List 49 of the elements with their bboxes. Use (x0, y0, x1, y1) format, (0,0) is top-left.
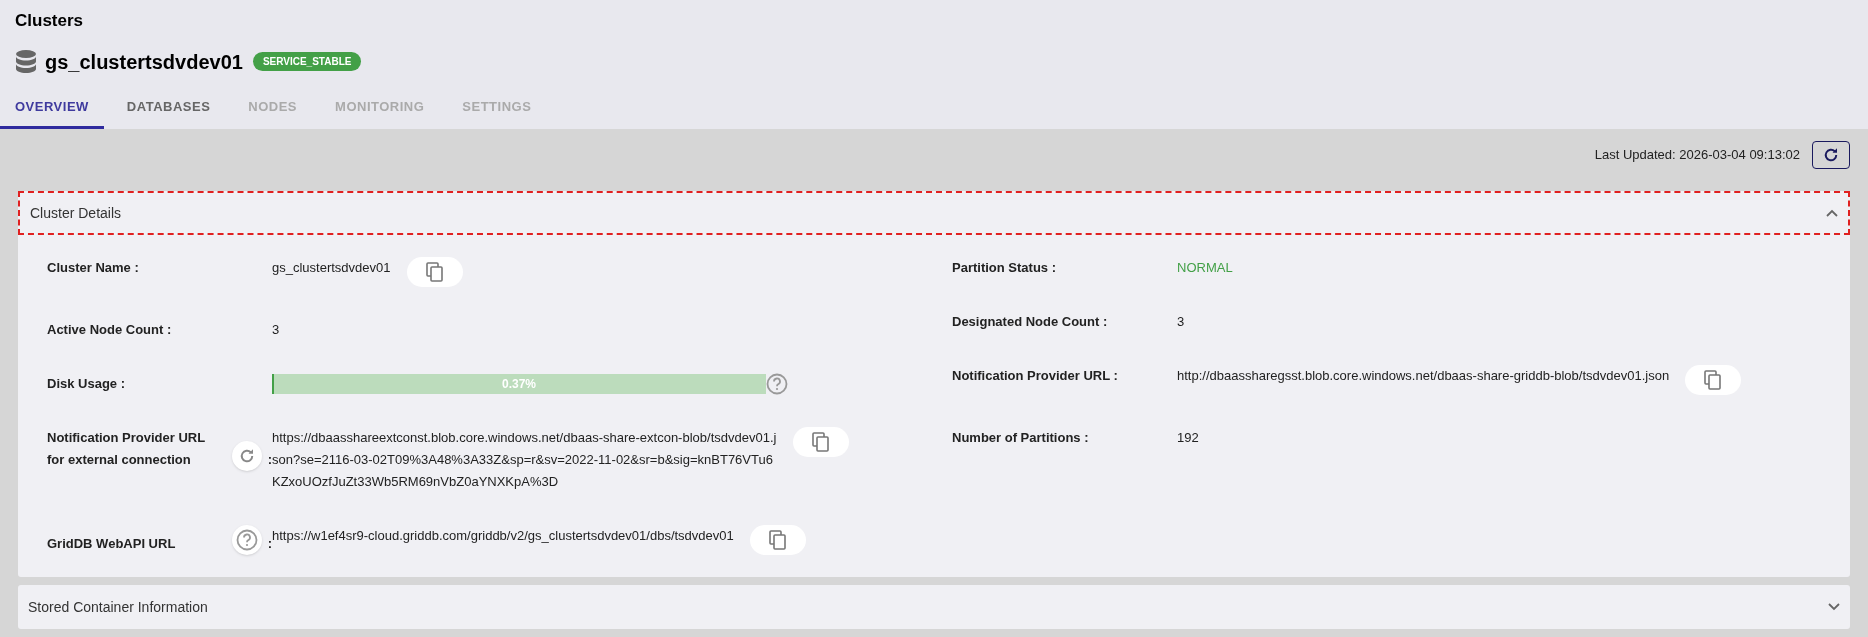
panel-header[interactable]: Stored Container Information (18, 585, 1850, 629)
field-label: Cluster Name : (47, 260, 139, 275)
tab: MONITORING (320, 96, 440, 129)
field-value: 192 (1177, 429, 1199, 447)
chevron-down-icon (1828, 603, 1840, 611)
tab[interactable]: DATABASES (111, 96, 226, 129)
field-value: 3 (1177, 313, 1185, 331)
field-label: Notification Provider URL for external connection (47, 429, 206, 469)
field-value: https://w1ef4sr9-cloud.griddb.com/griddb/v2/gs_clustertsdvdev01/dbs/tsdvdev01 (272, 527, 734, 545)
copy-icon (425, 262, 444, 282)
field-label: Notification Provider URL : (952, 368, 1118, 383)
field-label: GridDB WebAPI URL (47, 535, 177, 553)
panel-title: Stored Container Information (28, 597, 208, 617)
field-value: NORMAL (1177, 259, 1233, 277)
copy-button[interactable] (749, 525, 806, 555)
copy-button[interactable] (793, 427, 849, 457)
refresh-icon (1822, 146, 1840, 164)
field-label: Designated Node Count : (952, 314, 1108, 329)
label-colon: : (267, 451, 272, 469)
panel-header[interactable]: Cluster Details (18, 191, 1850, 235)
panel-title: Cluster Details (30, 203, 122, 223)
copy-icon (1704, 370, 1723, 390)
field-value: 3 (272, 321, 280, 339)
help-button[interactable] (231, 525, 262, 555)
copy-icon (812, 432, 830, 452)
disk-usage-value: 0.37% (501, 376, 537, 393)
tab[interactable]: OVERVIEW (0, 96, 104, 129)
field-value: http://dbaassharegsst.blob.core.windows.net/dbaas-share-griddb-blob/tsdvdev01.json (1177, 367, 1670, 385)
help-icon (235, 529, 258, 551)
tab: SETTINGS (447, 96, 547, 129)
cluster-name: gs_clustertsdvdev01 (45, 49, 243, 75)
status-badge: SERVICE_STABLE (252, 52, 362, 71)
field-label: Partition Status : (952, 260, 1056, 275)
tab: NODES (233, 96, 313, 129)
field-label: Disk Usage : (47, 376, 126, 391)
copy-button[interactable] (1685, 365, 1742, 395)
help-icon (766, 373, 788, 395)
copy-button[interactable] (406, 257, 463, 287)
database-icon (15, 48, 37, 75)
refresh-button[interactable] (1812, 141, 1850, 169)
copy-icon (768, 530, 787, 550)
last-updated-text: Last Updated: 2026-03-04 09:13:02 (1594, 146, 1800, 165)
label-colon: : (267, 535, 272, 553)
field-label: Number of Partitions : (952, 430, 1089, 445)
chevron-up-icon (1826, 209, 1838, 217)
field-label: Active Node Count : (47, 322, 172, 337)
field-value: https://dbaasshareextconst.blob.core.windows.net/dbaas-share-extcon-blob/tsdvdev01.json?se=2116-03-02T09%3A48%3A33Z&sp=r&sv=2022-11-02&sr=b&sig=knBT76VTu6KZxoUOzfJuZt33Wb5RM69nVbZ0aYNXKpA%3D (272, 429, 777, 491)
page-title: Clusters (15, 10, 85, 32)
field-value: gs_clustertsdvdev01 (272, 259, 391, 277)
